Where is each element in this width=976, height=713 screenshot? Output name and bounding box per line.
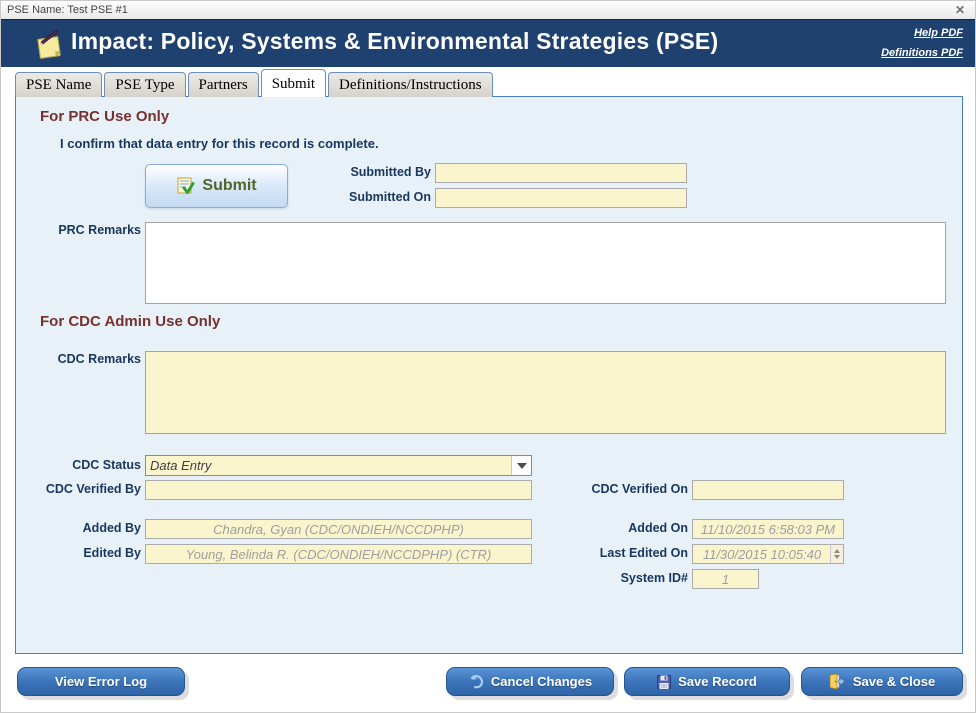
exit-door-icon: [829, 674, 846, 689]
application-window: PSE Name: Test PSE #1 ✕ Impact: Policy, …: [0, 0, 976, 713]
prc-section-heading: For PRC Use Only: [40, 108, 169, 125]
save-and-close-button[interactable]: Save & Close: [801, 667, 963, 696]
page-title: Impact: Policy, Systems & Environmental …: [71, 28, 718, 55]
tab-partners[interactable]: Partners: [188, 72, 259, 97]
submitted-on-label: Submitted On: [231, 187, 431, 207]
cdc-verified-by-label: CDC Verified By: [21, 479, 141, 499]
submitted-by-input[interactable]: [435, 163, 687, 183]
floppy-disk-icon: [657, 675, 671, 689]
window-title: PSE Name: Test PSE #1: [7, 4, 128, 16]
cdc-verified-on-input[interactable]: [692, 480, 844, 500]
undo-arrow-icon: [468, 675, 484, 689]
chevron-down-icon[interactable]: [511, 456, 531, 475]
tab-pse-name[interactable]: PSE Name: [15, 72, 102, 97]
prc-remarks-textarea[interactable]: [145, 222, 946, 304]
window-titlebar: PSE Name: Test PSE #1 ✕: [1, 1, 976, 19]
spinner-updown-icon[interactable]: [830, 545, 843, 563]
added-on-label: Added On: [568, 518, 688, 538]
save-record-label: Save Record: [678, 674, 757, 689]
cdc-remarks-textarea[interactable]: [145, 351, 946, 434]
app-header: Impact: Policy, Systems & Environmental …: [1, 19, 976, 67]
close-icon[interactable]: ✕: [951, 2, 969, 18]
edited-by-input[interactable]: [145, 544, 532, 564]
tab-submit[interactable]: Submit: [261, 69, 326, 97]
tab-bar: PSE Name PSE Type Partners Submit Defini…: [15, 69, 495, 97]
confirm-statement: I confirm that data entry for this recor…: [60, 134, 379, 154]
submitted-by-label: Submitted By: [231, 162, 431, 182]
view-error-log-label: View Error Log: [55, 674, 147, 689]
document-check-icon: [176, 177, 195, 196]
tab-pse-type[interactable]: PSE Type: [104, 72, 185, 97]
submit-tab-panel: For PRC Use Only I confirm that data ent…: [15, 96, 963, 654]
definitions-pdf-link[interactable]: Definitions PDF: [881, 43, 963, 63]
last-edited-on-field: [692, 544, 844, 564]
cancel-changes-label: Cancel Changes: [491, 674, 592, 689]
prc-remarks-label: PRC Remarks: [21, 220, 141, 240]
help-pdf-link[interactable]: Help PDF: [881, 23, 963, 43]
save-and-close-label: Save & Close: [853, 674, 935, 689]
cdc-section-heading: For CDC Admin Use Only: [40, 313, 220, 330]
cdc-verified-by-input[interactable]: [145, 480, 532, 500]
submitted-on-input[interactable]: [435, 188, 687, 208]
save-record-button[interactable]: Save Record: [624, 667, 790, 696]
cdc-status-value: Data Entry: [146, 456, 511, 475]
cancel-changes-button[interactable]: Cancel Changes: [446, 667, 614, 696]
system-id-input[interactable]: [692, 569, 759, 589]
cdc-status-label: CDC Status: [21, 455, 141, 475]
added-by-input[interactable]: [145, 519, 532, 539]
note-with-pen-icon: [33, 29, 65, 59]
system-id-label: System ID#: [568, 568, 688, 588]
cdc-status-dropdown[interactable]: Data Entry: [145, 455, 532, 476]
edited-by-label: Edited By: [21, 543, 141, 563]
added-by-label: Added By: [21, 518, 141, 538]
last-edited-on-input[interactable]: [692, 544, 844, 564]
cdc-remarks-label: CDC Remarks: [21, 349, 141, 369]
last-edited-on-label: Last Edited On: [558, 543, 688, 563]
tab-definitions-instructions[interactable]: Definitions/Instructions: [328, 72, 493, 97]
cdc-verified-on-label: CDC Verified On: [568, 479, 688, 499]
view-error-log-button[interactable]: View Error Log: [17, 667, 185, 696]
added-on-input[interactable]: [692, 519, 844, 539]
